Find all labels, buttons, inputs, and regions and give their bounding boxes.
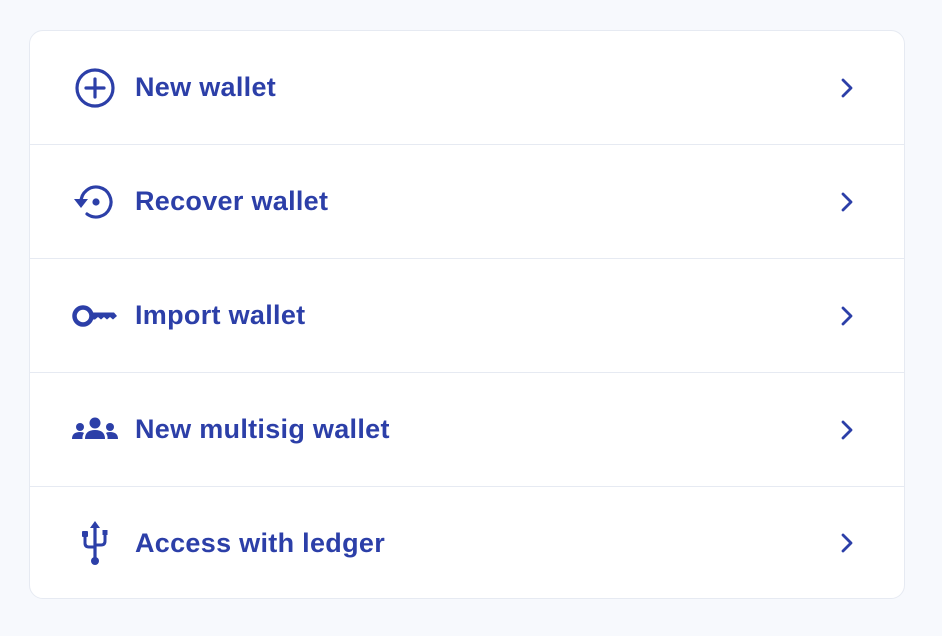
plus-circle-icon xyxy=(70,66,120,110)
usb-icon xyxy=(70,521,120,565)
chevron-right-icon xyxy=(835,531,859,555)
menu-item-import-wallet[interactable]: Import wallet xyxy=(30,259,904,373)
group-icon xyxy=(70,408,120,452)
chevron-right-icon xyxy=(835,76,859,100)
key-icon xyxy=(70,294,120,338)
chevron-right-icon xyxy=(835,418,859,442)
menu-item-label: New multisig wallet xyxy=(135,414,390,444)
menu-item-label: Access with ledger xyxy=(135,527,385,558)
menu-item-recover-wallet[interactable]: Recover wallet xyxy=(30,145,904,259)
menu-item-access-with-ledger[interactable]: Access with ledger xyxy=(30,487,904,598)
chevron-right-icon xyxy=(835,190,859,214)
menu-item-new-multisig-wallet[interactable]: New multisig wallet xyxy=(30,373,904,487)
restore-icon xyxy=(70,180,120,224)
wallet-options-card: New wallet Recover wallet Import wallet … xyxy=(29,30,905,599)
chevron-right-icon xyxy=(835,304,859,328)
menu-item-label: Recover wallet xyxy=(135,186,329,216)
menu-item-label: New wallet xyxy=(135,72,277,102)
menu-item-label: Import wallet xyxy=(135,300,306,330)
menu-item-new-wallet[interactable]: New wallet xyxy=(30,31,904,145)
